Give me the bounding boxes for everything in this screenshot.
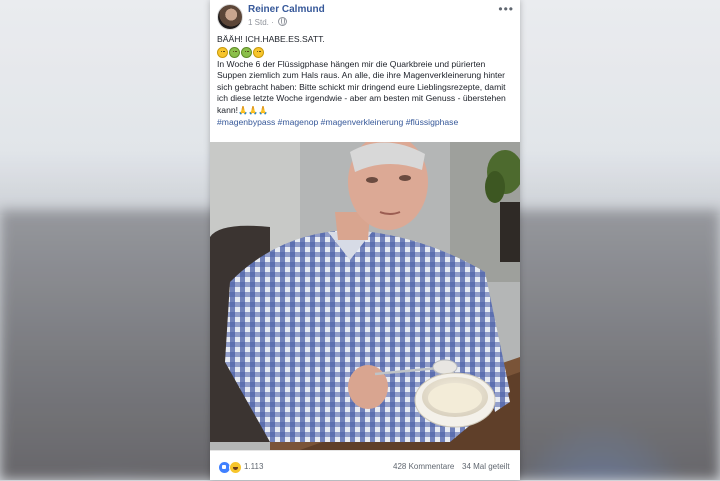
post-meta: 1 Std. · bbox=[248, 17, 288, 27]
post-header: Reiner Calmund 1 Std. · ••• bbox=[210, 0, 520, 30]
nauseated-emoji-icon bbox=[229, 46, 240, 58]
post-text: BÄÄH! ICH.HABE.ES.SATT. In Woche 6 der F… bbox=[210, 30, 520, 128]
praying-hands-icons: 🙏🙏🙏 bbox=[238, 105, 268, 115]
emoji-row bbox=[217, 46, 513, 58]
post-body: In Woche 6 der Flüssigphase hängen mir d… bbox=[217, 58, 506, 115]
post-hashtags[interactable]: #magenbypass #magenop #magenverkleinerun… bbox=[217, 117, 513, 129]
facebook-post-card: Reiner Calmund 1 Std. · ••• BÄÄH! ICH.HA… bbox=[210, 0, 520, 480]
more-options-icon[interactable]: ••• bbox=[498, 2, 514, 16]
reactions-bar: 1.113 428 Kommentare 34 Mal geteilt bbox=[210, 450, 520, 481]
post-photo[interactable] bbox=[210, 142, 520, 450]
shares-count-link[interactable]: 34 Mal geteilt bbox=[462, 462, 510, 471]
grinning-emoji-icon bbox=[253, 46, 264, 58]
globe-icon bbox=[278, 17, 288, 26]
grinning-emoji-icon bbox=[217, 46, 228, 58]
reaction-count[interactable]: 1.113 bbox=[244, 462, 263, 471]
post-timestamp[interactable]: 1 Std. bbox=[248, 18, 269, 27]
separator-dot: · bbox=[271, 18, 277, 27]
haha-reaction-icon bbox=[229, 461, 242, 474]
photo-man-eating-soup bbox=[210, 142, 520, 450]
nauseated-emoji-icon bbox=[241, 46, 252, 58]
reaction-icons[interactable] bbox=[218, 461, 242, 474]
author-name[interactable]: Reiner Calmund bbox=[248, 4, 325, 15]
post-headline: BÄÄH! ICH.HABE.ES.SATT. bbox=[217, 34, 325, 44]
author-avatar[interactable] bbox=[217, 4, 243, 30]
comments-count-link[interactable]: 428 Kommentare bbox=[393, 462, 454, 471]
